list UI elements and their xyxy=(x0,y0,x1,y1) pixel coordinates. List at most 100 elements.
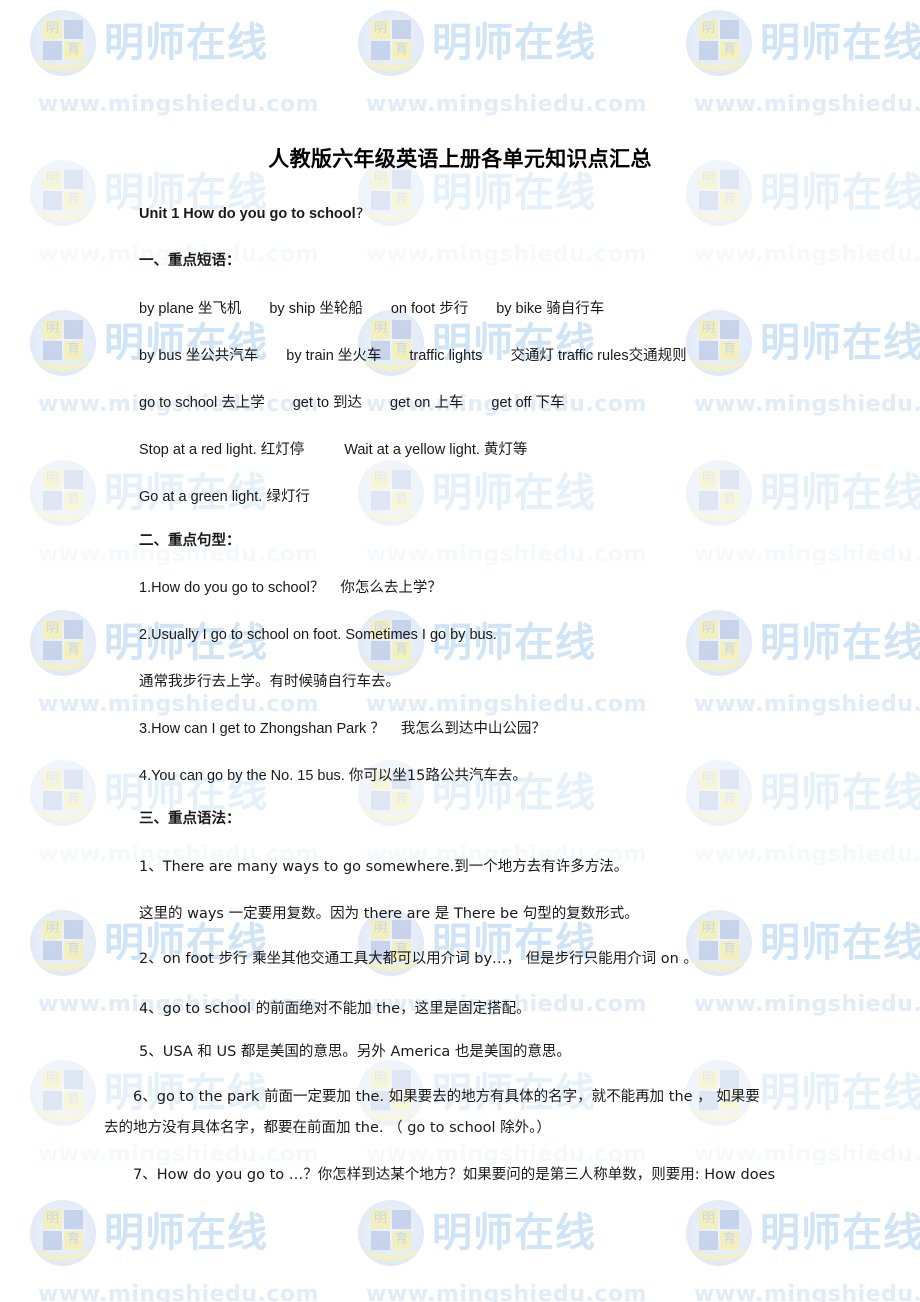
mingshi-seal-logo-icon: 明师教育 xyxy=(30,1200,96,1266)
watermark-url-text: www.mingshiedu.com xyxy=(38,1282,319,1302)
phrase-row: Stop at a red light. 红灯停 Wait at a yellow… xyxy=(139,441,527,459)
seal-character: 教 xyxy=(699,941,718,960)
mingshi-seal-logo-icon: 明师教育 xyxy=(30,760,96,826)
seal-laurel-arc-icon xyxy=(691,493,747,521)
grammar-item-number: 4、 xyxy=(139,1001,163,1017)
seal-character-grid: 明师教育 xyxy=(371,1210,411,1250)
seal-character: 师 xyxy=(392,20,411,39)
phrase-en: get on xyxy=(390,395,431,411)
seal-character: 育 xyxy=(720,191,739,210)
seal-character: 育 xyxy=(392,1231,411,1250)
watermark-url-text: www.mingshiedu.com xyxy=(366,1282,647,1302)
mingshi-seal-logo-icon: 明师教育 xyxy=(30,10,96,76)
phrase-en: Wait at a yellow light. xyxy=(344,442,480,458)
seal-laurel-arc-icon xyxy=(691,793,747,821)
watermark-brand-row: 明师教育明师在线 xyxy=(686,610,920,676)
grammar-item-text: USA 和 US 都是美国的意思。另外 America 也是美国的意思。 xyxy=(162,1044,571,1060)
seal-character: 师 xyxy=(720,320,739,339)
sentence-en: 3.How can I get to Zhongshan Park ？ xyxy=(139,721,385,737)
seal-character: 师 xyxy=(720,470,739,489)
watermark-tile: 明师教育明师在线www.mingshiedu.com xyxy=(30,910,330,1038)
seal-character: 师 xyxy=(392,1070,411,1089)
seal-character: 育 xyxy=(392,191,411,210)
watermark-brand-text: 明师在线 xyxy=(760,1210,920,1256)
watermark-url-text: www.mingshiedu.com xyxy=(38,1142,319,1167)
phrase-row: by plane 坐飞机 by ship 坐轮船 on foot 步行 by bike… xyxy=(139,300,604,318)
watermark-url-text: www.mingshiedu.com xyxy=(694,692,920,717)
seal-laurel-arc-icon xyxy=(35,793,91,821)
watermark-brand-row: 明师教育明师在线 xyxy=(686,10,920,76)
seal-character: 教 xyxy=(699,491,718,510)
seal-character: 育 xyxy=(64,41,83,60)
grammar-item-number: 6、 xyxy=(133,1089,157,1105)
watermark-brand-text: 明师在线 xyxy=(432,1210,596,1256)
phrase-en: get to xyxy=(292,395,330,411)
watermark-brand-row: 明师教育明师在线 xyxy=(30,1200,268,1266)
seal-character: 明 xyxy=(43,1210,62,1229)
seal-laurel-arc-icon xyxy=(35,943,91,971)
seal-character-grid: 明师教育 xyxy=(371,20,411,60)
watermark-brand-row: 明师教育明师在线 xyxy=(358,460,596,526)
phrase-en: traffic lights xyxy=(409,348,483,364)
watermark-tile: 明师教育明师在线www.mingshiedu.com xyxy=(358,160,658,288)
seal-character: 育 xyxy=(64,1091,83,1110)
seal-character: 育 xyxy=(392,491,411,510)
seal-character-grid: 明师教育 xyxy=(43,1070,83,1110)
seal-character: 教 xyxy=(699,191,718,210)
sentence-item: 4.You can go by the No. 15 bus. 你可以坐15路公… xyxy=(139,767,527,785)
mingshi-seal-logo-icon: 明师教育 xyxy=(30,310,96,376)
seal-character: 育 xyxy=(64,341,83,360)
seal-character: 育 xyxy=(720,791,739,810)
seal-character: 师 xyxy=(64,920,83,939)
watermark-url-text: www.mingshiedu.com xyxy=(694,842,920,867)
seal-laurel-arc-icon xyxy=(363,793,419,821)
seal-laurel-arc-icon xyxy=(35,1093,91,1121)
seal-character-grid: 明师教育 xyxy=(43,1210,83,1250)
watermark-tile: 明师教育明师在线www.mingshiedu.com xyxy=(686,310,920,438)
seal-character: 师 xyxy=(720,620,739,639)
seal-character: 教 xyxy=(371,491,390,510)
seal-character: 教 xyxy=(43,941,62,960)
watermark-url-text: www.mingshiedu.com xyxy=(694,92,920,117)
seal-character: 明 xyxy=(371,470,390,489)
watermark-brand-text: 明师在线 xyxy=(760,620,920,666)
seal-laurel-arc-icon xyxy=(363,193,419,221)
grammar-item-number: 5、 xyxy=(139,1044,163,1060)
seal-character: 育 xyxy=(392,791,411,810)
grammar-item-text: go to school 的前面绝对不能加 the，这里是固定搭配。 xyxy=(162,1001,531,1017)
seal-character: 明 xyxy=(43,20,62,39)
sentence-en: 4.You can go by the No. 15 bus. xyxy=(139,768,345,784)
seal-character: 教 xyxy=(699,41,718,60)
seal-character: 教 xyxy=(43,1231,62,1250)
watermark-url-text: www.mingshiedu.com xyxy=(694,992,920,1017)
watermark-tile: 明师教育明师在线www.mingshiedu.com xyxy=(358,460,658,588)
seal-character: 教 xyxy=(371,41,390,60)
seal-character: 教 xyxy=(699,791,718,810)
mingshi-seal-logo-icon: 明师教育 xyxy=(30,910,96,976)
phrase-en: get off xyxy=(491,395,532,411)
phrase-zh: 红灯停 xyxy=(260,442,305,458)
seal-laurel-arc-icon xyxy=(691,1233,747,1261)
seal-character: 师 xyxy=(720,1210,739,1229)
watermark-brand-text: 明师在线 xyxy=(760,170,920,216)
phrase-zh: 步行 xyxy=(439,301,469,317)
seal-character: 明 xyxy=(699,1070,718,1089)
watermark-tile: 明师教育明师在线www.mingshiedu.com xyxy=(686,160,920,288)
seal-laurel-arc-icon xyxy=(691,43,747,71)
mingshi-seal-logo-icon: 明师教育 xyxy=(30,1060,96,1126)
seal-character: 师 xyxy=(720,20,739,39)
seal-character: 教 xyxy=(43,341,62,360)
seal-character: 师 xyxy=(720,920,739,939)
mingshi-seal-logo-icon: 明师教育 xyxy=(30,460,96,526)
seal-character-grid: 明师教育 xyxy=(699,320,739,360)
seal-laurel-arc-icon xyxy=(363,493,419,521)
grammar-item: 这里的 ways 一定要用复数。因为 there are 是 There be … xyxy=(139,905,639,923)
watermark-tile: 明师教育明师在线www.mingshiedu.com xyxy=(686,760,920,888)
seal-character: 明 xyxy=(371,1070,390,1089)
phrase-zh: 坐轮船 xyxy=(319,301,363,317)
phrase-zh: 到达 xyxy=(333,395,363,411)
seal-character: 育 xyxy=(720,41,739,60)
seal-laurel-arc-icon xyxy=(35,193,91,221)
phrase-en: Go at a green light. xyxy=(139,489,263,505)
seal-character: 育 xyxy=(720,641,739,660)
